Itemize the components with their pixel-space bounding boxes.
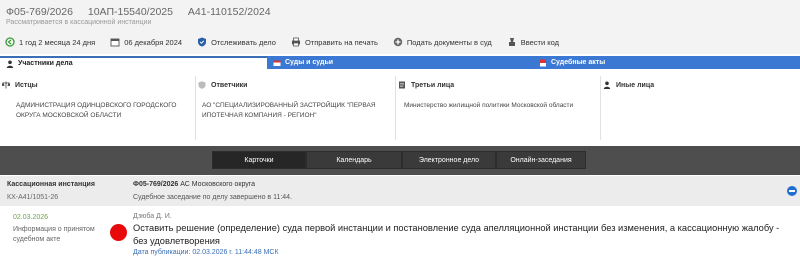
event-decision-text[interactable]: Оставить решение (определение) суда перв… <box>133 222 793 248</box>
tab-participants-label: Участники дела <box>18 60 73 67</box>
instance-status: Судебное заседание по делу завершено в 1… <box>133 194 293 201</box>
watch-case-label: Отслеживать дело <box>211 37 276 47</box>
shield-icon <box>198 81 206 89</box>
enter-code-label: Ввести код <box>520 37 559 47</box>
third-parties-column: Третьи лица Министерство жилищной полити… <box>396 76 601 140</box>
others-title: Иные лица <box>616 81 655 89</box>
calendar-icon <box>110 37 120 47</box>
case-number-cassation: Ф05-769/2026 <box>6 6 73 18</box>
submit-docs-button[interactable]: Подать документы в суд <box>393 37 492 47</box>
watch-case-button[interactable]: Отслеживать дело <box>197 37 276 47</box>
third-parties-heading: Третьи лица <box>398 81 600 89</box>
view-tab-calendar[interactable]: Календарь <box>306 151 402 169</box>
scales-icon <box>2 81 10 89</box>
filing-date-item: 06 декабря 2024 <box>110 37 182 47</box>
case-header: Ф05-769/2026 10АП-15540/2025 А41-110152/… <box>0 0 800 54</box>
instance-court: АС Московского округа <box>180 181 256 188</box>
section-tabs: Участники дела Суды и судьи Судебные акт… <box>0 56 800 69</box>
others-column: Иные лица <box>601 76 800 140</box>
document-icon <box>398 81 406 89</box>
duration-icon <box>5 37 15 47</box>
view-tab-online-hearings[interactable]: Онлайн-заседания <box>496 151 586 169</box>
third-party-name[interactable]: Министерство жилищной политики Московско… <box>396 101 600 111</box>
courts-icon <box>273 59 281 67</box>
print-label: Отправить на печать <box>304 37 378 47</box>
instance-case: Ф05-769/2026 АС Московского округа <box>133 181 255 188</box>
plaintiffs-heading: Истцы <box>2 81 195 89</box>
case-number-appeal: 10АП-15540/2025 <box>87 6 173 18</box>
tab-participants[interactable]: Участники дела <box>0 56 267 69</box>
enter-code-button[interactable]: Ввести код <box>507 37 559 47</box>
plaintiffs-column: Истцы АДМИНИСТРАЦИЯ ОДИНЦОВСКОГО ГОРОДСК… <box>0 76 196 140</box>
tab-courts-label: Суды и судьи <box>285 59 334 66</box>
tab-acts[interactable]: Судебные акты <box>533 56 800 69</box>
person-icon <box>603 81 611 89</box>
plaintiffs-title: Истцы <box>15 81 38 89</box>
print-icon <box>291 37 301 47</box>
defendants-column: Ответчики АО "СПЕЦИАЛИЗИРОВАННЫЙ ЗАСТРОЙ… <box>196 76 396 140</box>
others-heading: Иные лица <box>603 81 800 89</box>
defendants-heading: Ответчики <box>198 81 395 89</box>
instance-case-number[interactable]: Ф05-769/2026 <box>133 181 178 188</box>
tab-courts[interactable]: Суды и судьи <box>267 56 533 69</box>
view-tab-electronic-case[interactable]: Электронное дело <box>402 151 496 169</box>
case-number-first: А41-110152/2024 <box>187 6 271 18</box>
watch-icon <box>197 37 207 47</box>
duration-label: 1 год 2 месяца 24 дня <box>19 37 96 47</box>
defendants-title: Ответчики <box>211 81 248 89</box>
participants-panel: Истцы АДМИНИСТРАЦИЯ ОДИНЦОВСКОГО ГОРОДСК… <box>0 76 800 144</box>
event-type: Информация о принятом судебном акте <box>13 226 95 243</box>
plaintiff-name[interactable]: АДМИНИСТРАЦИЯ ОДИНЦОВСКОГО ГОРОДСКОГО ОК… <box>0 101 195 121</box>
case-numbers: Ф05-769/2026 10АП-15540/2025 А41-110152/… <box>6 6 283 18</box>
filing-date-label: 06 декабря 2024 <box>124 37 183 47</box>
view-tab-cards[interactable]: Карточки <box>212 151 306 169</box>
submit-docs-icon <box>393 37 403 47</box>
acts-icon <box>539 59 547 67</box>
submit-docs-label: Подать документы в суд <box>406 37 492 47</box>
instance-label: Кассационная инстанция <box>7 181 95 188</box>
case-toolbar: 1 год 2 месяца 24 дня 06 декабря 2024 От… <box>5 36 574 48</box>
instance-row: Кассационная инстанция КХ-А41/1051-26 Ф0… <box>0 176 800 206</box>
case-status-subtitle: Рассматривается в кассационной инстанции <box>6 19 152 26</box>
tab-acts-label: Судебные акты <box>551 59 606 66</box>
print-button[interactable]: Отправить на печать <box>291 37 378 47</box>
event-judge: Дзюба Д. И. <box>133 213 172 220</box>
duration-item: 1 год 2 месяца 24 дня <box>5 37 95 47</box>
collapse-button[interactable] <box>787 186 797 196</box>
person-icon <box>6 60 14 68</box>
status-dot-icon <box>110 224 127 241</box>
third-parties-title: Третьи лица <box>411 81 455 89</box>
event-row: 02.03.2026 Информация о принятом судебно… <box>0 206 800 261</box>
defendant-name[interactable]: АО "СПЕЦИАЛИЗИРОВАННЫЙ ЗАСТРОЙЩИК "ПЕРВА… <box>196 101 395 121</box>
code-icon <box>507 37 517 47</box>
event-publication-date: Дата публикации: 02.03.2026 г. 11:44:48 … <box>133 249 279 256</box>
instance-number: КХ-А41/1051-26 <box>7 194 59 201</box>
event-date: 02.03.2026 <box>13 214 49 221</box>
